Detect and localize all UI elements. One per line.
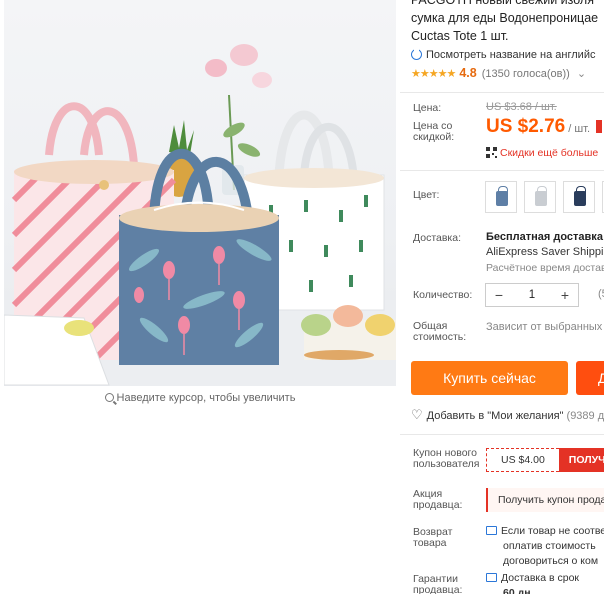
color-options: [485, 181, 604, 213]
new-user-coupon[interactable]: US $4.00 ПОЛУЧ: [486, 448, 604, 472]
seller-promo-label: Акция продавца:: [413, 488, 463, 511]
return-policy-icon: [486, 526, 497, 535]
total-cost-value: Зависит от выбранных т: [486, 321, 604, 333]
qr-code-icon: [486, 147, 497, 158]
title-line: PACGOTH новый свежий изоля: [411, 0, 594, 7]
zoom-hint: Наведите курсор, чтобы увеличить: [0, 392, 400, 404]
returns-line: Если товар не соотве: [501, 525, 604, 537]
translate-icon: [411, 48, 422, 60]
rating-votes: (1350 голоса(ов)): [481, 68, 570, 80]
add-to-cart-button[interactable]: Д: [576, 361, 604, 395]
product-photo-illustration: [4, 44, 396, 386]
translate-link-text: Посмотреть название на английс: [426, 49, 596, 61]
bag-thumbnail-icon: [574, 186, 586, 206]
title-line: сумка для еды Водонепроницае: [411, 11, 599, 25]
discount-price-label: Цена со скидкой:: [413, 120, 455, 143]
buy-now-button[interactable]: Купить сейчас: [411, 361, 568, 395]
shipping-service: AliExpress Saver Shippi: [486, 246, 604, 258]
delivery-estimate: Расчётное время доставк: [486, 262, 604, 274]
price-unit: / шт.: [568, 123, 591, 135]
divider: [400, 170, 604, 171]
chevron-down-icon: ⌄: [576, 68, 587, 80]
color-label: Цвет:: [413, 189, 440, 201]
bag-thumbnail-icon: [535, 186, 547, 206]
old-price: US $3.68 / шт.: [486, 101, 557, 113]
star-rating-icon: ★★★★★: [411, 68, 456, 80]
quantity-stepper[interactable]: − 1 +: [485, 283, 579, 307]
product-rating[interactable]: ★★★★★ 4.8 (1350 голоса(ов)) ⌄: [411, 66, 586, 80]
translate-title-link[interactable]: Посмотреть название на английс: [411, 48, 596, 61]
returns-label: Возврат товара: [413, 526, 453, 549]
more-discounts-text: Скидки ещё больше: [500, 147, 599, 159]
wishlist-label: Добавить в "Мои желания": [426, 410, 564, 422]
returns-line: оплатив стоимость: [503, 540, 596, 552]
color-option-2[interactable]: [524, 181, 556, 213]
product-image[interactable]: [4, 0, 396, 386]
promo-tag: [596, 120, 603, 133]
magnifier-icon: [104, 393, 114, 402]
current-price-value: US $2.76: [486, 116, 566, 137]
divider: [400, 434, 604, 435]
divider: [400, 92, 604, 93]
guarantee-line: Доставка в срок: [501, 572, 580, 584]
delivery-truck-icon: [486, 573, 497, 582]
product-title: PACGOTH новый свежий изоля сумка для еды…: [411, 0, 604, 45]
quantity-label: Количество:: [413, 289, 473, 301]
old-price-text: US $3.68 / шт.: [486, 101, 557, 113]
more-discounts-link[interactable]: Скидки ещё больше: [486, 147, 598, 159]
current-price: US $2.76/ шт.: [486, 116, 603, 138]
get-coupon-button[interactable]: ПОЛУЧ: [558, 448, 604, 472]
seller-guarantee: Доставка в срок 60 дн: [486, 571, 579, 594]
quantity-input[interactable]: 1: [512, 289, 552, 301]
zoom-hint-text: Наведите курсор, чтобы увеличить: [116, 392, 296, 404]
quantity-plus-button[interactable]: +: [552, 287, 578, 303]
rating-score: 4.8: [459, 66, 477, 80]
color-option-3[interactable]: [563, 181, 595, 213]
title-line: Cuctas Tote 1 шт.: [411, 29, 509, 43]
seller-guarantee-label: Гарантии продавца:: [413, 573, 463, 594]
coupon-amount: US $4.00: [486, 448, 559, 472]
quantity-available: (5: [598, 288, 604, 300]
returns-policy: Если товар не соотве оплатив стоимость д…: [486, 524, 604, 569]
returns-line: договориться о ком: [503, 555, 599, 567]
color-option-1[interactable]: [485, 181, 517, 213]
quantity-minus-button[interactable]: −: [486, 287, 512, 303]
new-user-coupon-label: Купон нового пользователя: [413, 447, 480, 470]
bag-thumbnail-icon: [496, 186, 508, 206]
wishlist-count: (9389 д: [566, 410, 604, 422]
price-label: Цена:: [413, 102, 442, 114]
shipping-method[interactable]: Бесплатная доставка в: [486, 231, 604, 243]
add-to-wishlist-link[interactable]: ♡ Добавить в "Мои желания" (9389 д: [411, 407, 604, 423]
guarantee-line: 60 дн: [503, 587, 531, 594]
total-cost-label: Общая стоимость:: [413, 320, 467, 343]
heart-icon: ♡: [411, 407, 423, 422]
product-info-panel: PACGOTH новый свежий изоля сумка для еды…: [400, 0, 604, 594]
shipping-label: Доставка:: [413, 232, 462, 244]
seller-coupon-button[interactable]: Получить купон прода: [486, 488, 604, 512]
